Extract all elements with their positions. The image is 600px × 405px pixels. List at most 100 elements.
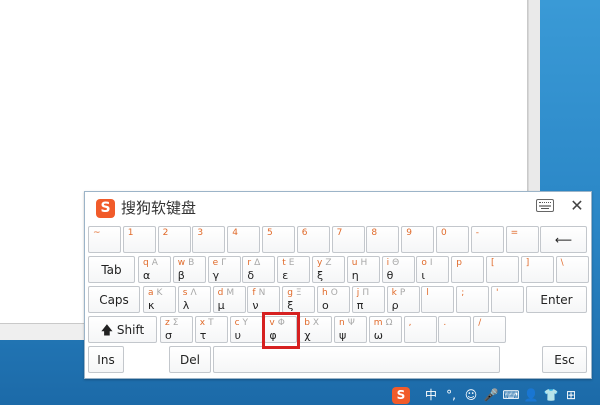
key-char-label: xT: [200, 318, 214, 329]
tray-icon-0[interactable]: S: [392, 387, 410, 404]
keyboard-titlebar[interactable]: S 搜狗软键盘 ✕: [85, 192, 591, 222]
key-2-8[interactable]: l: [421, 286, 455, 313]
key-1-0[interactable]: qAα: [138, 256, 171, 283]
key-char-label: hO: [322, 288, 338, 299]
tray-icon-5[interactable]: ⌨: [502, 387, 520, 404]
key-latin-label: ': [496, 288, 499, 298]
close-icon[interactable]: ✕: [569, 196, 585, 216]
key-0-4[interactable]: 4: [227, 226, 261, 253]
key-1-11[interactable]: ]: [520, 256, 554, 283]
key-1-8[interactable]: oIι: [416, 256, 450, 283]
key-3-2[interactable]: cYυ: [229, 316, 263, 343]
esc-key[interactable]: Esc: [542, 346, 587, 373]
key-1-6[interactable]: uHη: [346, 256, 380, 283]
tray-icon-6[interactable]: 👤: [522, 387, 540, 404]
key-greek-label: τ: [199, 329, 207, 342]
key-3-4[interactable]: bXχ: [299, 316, 333, 343]
key-0-0[interactable]: ~: [88, 226, 121, 253]
key-greek-label: ι: [421, 269, 426, 282]
key-2-7[interactable]: kPρ: [386, 286, 420, 313]
tab-key-label: Tab: [101, 263, 122, 277]
key-0-12[interactable]: =: [505, 226, 539, 253]
key-0-10[interactable]: 0: [436, 226, 469, 253]
key-char-label: cY: [235, 318, 248, 329]
key-latin-label: 5: [267, 228, 273, 238]
enter-key[interactable]: Enter: [526, 286, 587, 313]
tray-icon-2[interactable]: °,: [442, 387, 460, 404]
shift-key-label: 🡅 Shift: [100, 323, 145, 337]
key-0-5[interactable]: 5: [262, 226, 295, 253]
key-latin-label: ;: [461, 288, 465, 298]
key-3-5[interactable]: nΨψ: [334, 316, 367, 343]
key-upper-greek-label: K: [156, 288, 163, 298]
key-char-label: nΨ: [339, 318, 355, 329]
key-char-label: 6: [302, 228, 308, 239]
key-0-2[interactable]: 2: [157, 226, 191, 253]
key-1-2[interactable]: eΓγ: [207, 256, 241, 283]
key-1-3[interactable]: rΔδ: [242, 256, 276, 283]
key-upper-greek-label: Z: [325, 258, 332, 268]
key-0-6[interactable]: 6: [296, 226, 330, 253]
tray-icon-4[interactable]: 🎤: [482, 387, 500, 404]
key-2-3[interactable]: fNν: [247, 286, 281, 313]
key-latin-label: 1: [127, 228, 134, 238]
key-3-8[interactable]: .: [438, 316, 472, 343]
key-1-12[interactable]: \: [555, 256, 589, 283]
key-3-0[interactable]: zΣσ: [160, 316, 193, 343]
caps-key[interactable]: Caps: [88, 286, 140, 313]
key-0-11[interactable]: -: [470, 226, 504, 253]
key-latin-label: \: [560, 258, 564, 268]
key-1-1[interactable]: wBβ: [172, 256, 206, 283]
key-char-label: -: [476, 228, 479, 239]
tray-icon-1[interactable]: 中: [422, 387, 440, 404]
ins-key[interactable]: Ins: [88, 346, 124, 373]
key-char-label: 2: [163, 228, 169, 239]
tray-icon-8[interactable]: ⊞: [562, 387, 580, 404]
key-3-9[interactable]: /: [473, 316, 507, 343]
key-1-7[interactable]: iΘθ: [381, 256, 415, 283]
tray-icon-7[interactable]: 👕: [542, 387, 560, 404]
space-key[interactable]: [213, 346, 500, 373]
key-2-10[interactable]: ': [491, 286, 524, 313]
del-key[interactable]: Del: [169, 346, 211, 373]
key-2-1[interactable]: sΛλ: [177, 286, 211, 313]
key-3-1[interactable]: xTτ: [194, 316, 228, 343]
key-2-5[interactable]: hOο: [317, 286, 350, 313]
key-latin-label: w: [177, 258, 186, 268]
key-greek-label: ξ: [317, 269, 324, 282]
key-1-4[interactable]: tEε: [277, 256, 311, 283]
key-latin-label: i: [386, 258, 390, 268]
key-3-7[interactable]: ,: [403, 316, 437, 343]
key-2-0[interactable]: aKκ: [143, 286, 176, 313]
tray-icon-3[interactable]: ☺: [462, 387, 480, 404]
key-char-label: 0: [441, 228, 447, 239]
key-char-label: 9: [406, 228, 412, 239]
key-0-9[interactable]: 9: [401, 226, 435, 253]
key-char-label: 3: [197, 228, 203, 239]
key-char-label: mΩ: [374, 318, 393, 329]
key-0-8[interactable]: 8: [366, 226, 400, 253]
key-2-2[interactable]: dMμ: [212, 286, 246, 313]
tab-key[interactable]: Tab: [88, 256, 135, 283]
key-latin-label: /: [478, 318, 482, 328]
del-key-label: Del: [180, 353, 200, 367]
key-char-label: tE: [282, 258, 294, 269]
key-0-3[interactable]: 3: [192, 226, 226, 253]
key-0-7[interactable]: 7: [331, 226, 365, 253]
keyboard-switch-icon[interactable]: [536, 199, 554, 212]
key-latin-label: 0: [441, 228, 447, 238]
key-upper-greek-label: A: [151, 258, 158, 268]
key-1-5[interactable]: yZξ: [312, 256, 345, 283]
backspace-key[interactable]: ⟵: [540, 226, 587, 253]
key-2-4[interactable]: gΞξ: [282, 286, 316, 313]
shift-key[interactable]: 🡅 Shift: [88, 316, 157, 343]
key-2-6[interactable]: jΠπ: [351, 286, 385, 313]
key-1-9[interactable]: p: [451, 256, 485, 283]
key-latin-label: =: [510, 228, 519, 238]
key-char-label: rΔ: [247, 258, 260, 269]
key-2-9[interactable]: ;: [456, 286, 490, 313]
key-3-6[interactable]: mΩω: [368, 316, 402, 343]
key-greek-label: π: [356, 299, 364, 312]
key-1-10[interactable]: [: [486, 256, 519, 283]
key-0-1[interactable]: 1: [122, 226, 156, 253]
